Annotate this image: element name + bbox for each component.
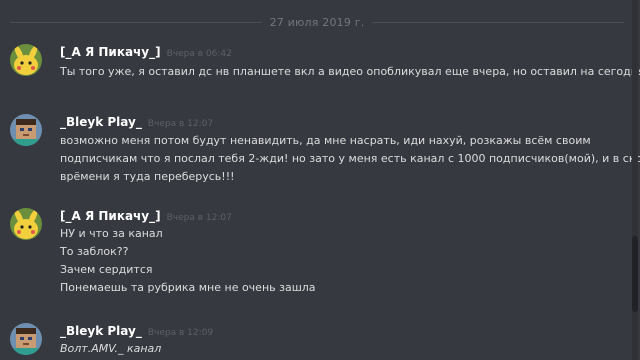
message-header: _Bleyk Play_ Вчера в 12:09 xyxy=(60,324,213,338)
timestamp[interactable]: Вчера в 12:07 xyxy=(167,213,232,223)
username[interactable]: [_А Я Пикачу_] xyxy=(60,45,161,59)
message-text: возможно меня потом будут ненавидить, да… xyxy=(60,134,591,147)
minecraft-avatar[interactable] xyxy=(10,114,42,146)
date-divider: 27 июля 2019 г. xyxy=(10,14,625,30)
message-header: [_А Я Пикачу_] Вчера в 12:07 xyxy=(60,209,232,223)
message-text: Ты того уже, я оставил дс нв планшете вк… xyxy=(60,65,640,78)
username[interactable]: _Bleyk Play_ xyxy=(60,324,142,338)
message-header: _Bleyk Play_ Вчера в 12:07 xyxy=(60,115,213,129)
message-text: врёмени я туда переберусь!!! xyxy=(60,170,235,183)
pikachu-avatar[interactable] xyxy=(10,208,42,240)
message-text: То заблок?? xyxy=(60,245,129,258)
divider-line-right xyxy=(372,21,625,23)
message-text: Зачем сердится xyxy=(60,263,153,276)
timestamp[interactable]: Вчера в 06:42 xyxy=(167,49,232,59)
message-text: НУ и что за канал xyxy=(60,227,163,240)
username[interactable]: [_А Я Пикачу_] xyxy=(60,209,161,223)
timestamp[interactable]: Вчера в 12:07 xyxy=(148,119,213,129)
message-text: подписчикам что я послал тебя 2-жди! но … xyxy=(60,152,640,165)
username[interactable]: _Bleyk Play_ xyxy=(60,115,142,129)
message-text: Понемаешь та рубрика мне не очень зашла xyxy=(60,281,316,294)
scrollbar-thumb[interactable] xyxy=(632,236,638,312)
divider-line-left xyxy=(10,21,262,23)
timestamp[interactable]: Вчера в 12:09 xyxy=(148,328,213,338)
message-text: Волт.AMV._ канал xyxy=(60,342,162,355)
date-divider-text: 27 июля 2019 г. xyxy=(269,15,365,29)
message-header: [_А Я Пикачу_] Вчера в 06:42 xyxy=(60,45,232,59)
minecraft-avatar[interactable] xyxy=(10,323,42,355)
pikachu-avatar[interactable] xyxy=(10,44,42,76)
